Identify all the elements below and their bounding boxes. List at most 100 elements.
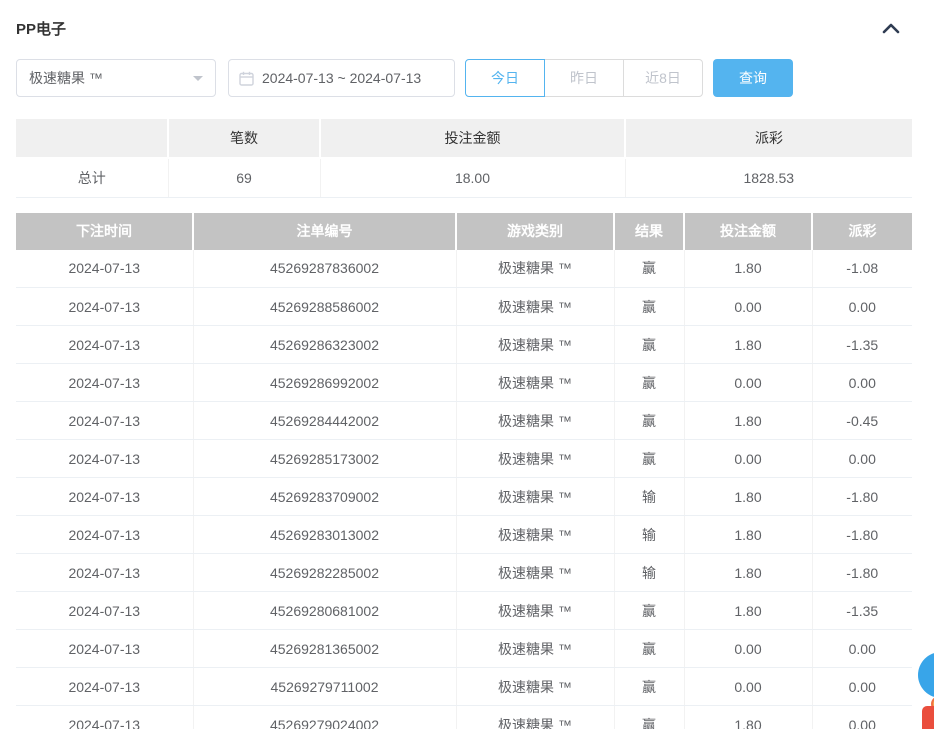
summary-header-row: 笔数 投注金额 派彩: [16, 119, 912, 158]
today-button[interactable]: 今日: [465, 59, 545, 97]
header-result: 结果: [614, 213, 684, 250]
game-category-cell: 极速糖果 ™: [456, 668, 614, 706]
bet-id-cell: 45269287836002: [193, 250, 456, 288]
result-cell: 赢: [614, 402, 684, 440]
bet-id-cell: 45269286323002: [193, 326, 456, 364]
game-category-cell: 极速糖果 ™: [456, 326, 614, 364]
game-category-cell: 极速糖果 ™: [456, 706, 614, 729]
summary-header-bet-amount: 投注金额: [320, 119, 625, 158]
last-8-days-button[interactable]: 近8日: [623, 59, 703, 97]
date-range-value: 2024-07-13 ~ 2024-07-13: [262, 70, 421, 86]
result-cell: 输: [614, 516, 684, 554]
game-category-cell: 极速糖果 ™: [456, 478, 614, 516]
table-row: 2024-07-13 45269284442002 极速糖果 ™ 赢 1.80 …: [16, 402, 912, 440]
bet-id-cell: 45269288586002: [193, 288, 456, 326]
summary-header-blank: [16, 119, 168, 158]
bets-table: 下注时间 注单编号 游戏类别 结果 投注金额 派彩 2024-07-13 452…: [16, 213, 912, 729]
game-category-cell: 极速糖果 ™: [456, 402, 614, 440]
summary-count-value: 69: [168, 158, 320, 197]
bet-id-cell: 45269286992002: [193, 364, 456, 402]
result-cell: 赢: [614, 706, 684, 729]
bet-time-cell: 2024-07-13: [16, 364, 193, 402]
bet-amount-cell: 1.80: [684, 554, 812, 592]
payout-cell: 0.00: [812, 630, 912, 668]
header-bet-amount: 投注金额: [684, 213, 812, 250]
collapse-button[interactable]: [876, 20, 906, 36]
promo-mascot-icon[interactable]: [920, 696, 934, 729]
game-select[interactable]: 极速糖果 ™: [16, 59, 216, 97]
bet-amount-cell: 1.80: [684, 402, 812, 440]
payout-cell: 0.00: [812, 364, 912, 402]
bet-id-cell: 45269282285002: [193, 554, 456, 592]
bet-amount-cell: 1.80: [684, 478, 812, 516]
table-row: 2024-07-13 45269280681002 极速糖果 ™ 赢 1.80 …: [16, 592, 912, 630]
bet-amount-cell: 1.80: [684, 250, 812, 288]
payout-cell: -1.80: [812, 554, 912, 592]
bet-amount-cell: 0.00: [684, 440, 812, 478]
payout-cell: -1.35: [812, 326, 912, 364]
payout-cell: 0.00: [812, 668, 912, 706]
result-cell: 赢: [614, 630, 684, 668]
bet-time-cell: 2024-07-13: [16, 478, 193, 516]
bet-time-cell: 2024-07-13: [16, 440, 193, 478]
bet-time-cell: 2024-07-13: [16, 288, 193, 326]
bet-amount-cell: 1.80: [684, 326, 812, 364]
query-button[interactable]: 查询: [713, 59, 793, 97]
result-cell: 赢: [614, 364, 684, 402]
payout-cell: 0.00: [812, 440, 912, 478]
summary-total-label: 总计: [16, 158, 168, 197]
payout-cell: -0.45: [812, 402, 912, 440]
bet-id-cell: 45269281365002: [193, 630, 456, 668]
payout-cell: -1.80: [812, 478, 912, 516]
game-category-cell: 极速糖果 ™: [456, 440, 614, 478]
table-row: 2024-07-13 45269279711002 极速糖果 ™ 赢 0.00 …: [16, 668, 912, 706]
result-cell: 赢: [614, 326, 684, 364]
table-row: 2024-07-13 45269279024002 极速糖果 ™ 赢 1.80 …: [16, 706, 912, 729]
header-payout: 派彩: [812, 213, 912, 250]
table-row: 2024-07-13 45269282285002 极速糖果 ™ 输 1.80 …: [16, 554, 912, 592]
bet-time-cell: 2024-07-13: [16, 668, 193, 706]
yesterday-button[interactable]: 昨日: [544, 59, 624, 97]
bet-time-cell: 2024-07-13: [16, 516, 193, 554]
summary-bet-amount-value: 18.00: [320, 158, 625, 197]
bet-time-cell: 2024-07-13: [16, 402, 193, 440]
table-row: 2024-07-13 45269286323002 极速糖果 ™ 赢 1.80 …: [16, 326, 912, 364]
bet-id-cell: 45269285173002: [193, 440, 456, 478]
header-bet-time: 下注时间: [16, 213, 193, 250]
game-category-cell: 极速糖果 ™: [456, 364, 614, 402]
bet-amount-cell: 1.80: [684, 516, 812, 554]
date-range-input[interactable]: 2024-07-13 ~ 2024-07-13: [228, 59, 455, 97]
bet-id-cell: 45269279711002: [193, 668, 456, 706]
mascot-body: [922, 706, 934, 729]
result-cell: 赢: [614, 668, 684, 706]
game-category-cell: 极速糖果 ™: [456, 250, 614, 288]
result-cell: 输: [614, 478, 684, 516]
filter-bar: 极速糖果 ™ 2024-07-13 ~ 2024-07-13 今日 昨日 近8日…: [16, 59, 918, 97]
payout-cell: -1.08: [812, 250, 912, 288]
bet-time-cell: 2024-07-13: [16, 630, 193, 668]
bet-time-cell: 2024-07-13: [16, 250, 193, 288]
game-category-cell: 极速糖果 ™: [456, 630, 614, 668]
panel-header: PP电子: [16, 16, 918, 40]
result-cell: 输: [614, 554, 684, 592]
bet-time-cell: 2024-07-13: [16, 592, 193, 630]
summary-payout-value: 1828.53: [625, 158, 912, 197]
bet-id-cell: 45269279024002: [193, 706, 456, 729]
chevron-up-icon: [882, 22, 900, 34]
calendar-icon: [239, 71, 254, 86]
table-row: 2024-07-13 45269283013002 极速糖果 ™ 输 1.80 …: [16, 516, 912, 554]
result-cell: 赢: [614, 440, 684, 478]
bet-amount-cell: 1.80: [684, 706, 812, 729]
table-row: 2024-07-13 45269288586002 极速糖果 ™ 赢 0.00 …: [16, 288, 912, 326]
table-row: 2024-07-13 45269281365002 极速糖果 ™ 赢 0.00 …: [16, 630, 912, 668]
game-category-cell: 极速糖果 ™: [456, 516, 614, 554]
bets-header-row: 下注时间 注单编号 游戏类别 结果 投注金额 派彩: [16, 213, 912, 250]
header-game-category: 游戏类别: [456, 213, 614, 250]
table-row: 2024-07-13 45269283709002 极速糖果 ™ 输 1.80 …: [16, 478, 912, 516]
payout-cell: 0.00: [812, 288, 912, 326]
bet-amount-cell: 0.00: [684, 630, 812, 668]
page-title: PP电子: [16, 18, 66, 39]
bet-id-cell: 45269283709002: [193, 478, 456, 516]
bet-id-cell: 45269284442002: [193, 402, 456, 440]
chevron-down-icon: [193, 76, 203, 86]
